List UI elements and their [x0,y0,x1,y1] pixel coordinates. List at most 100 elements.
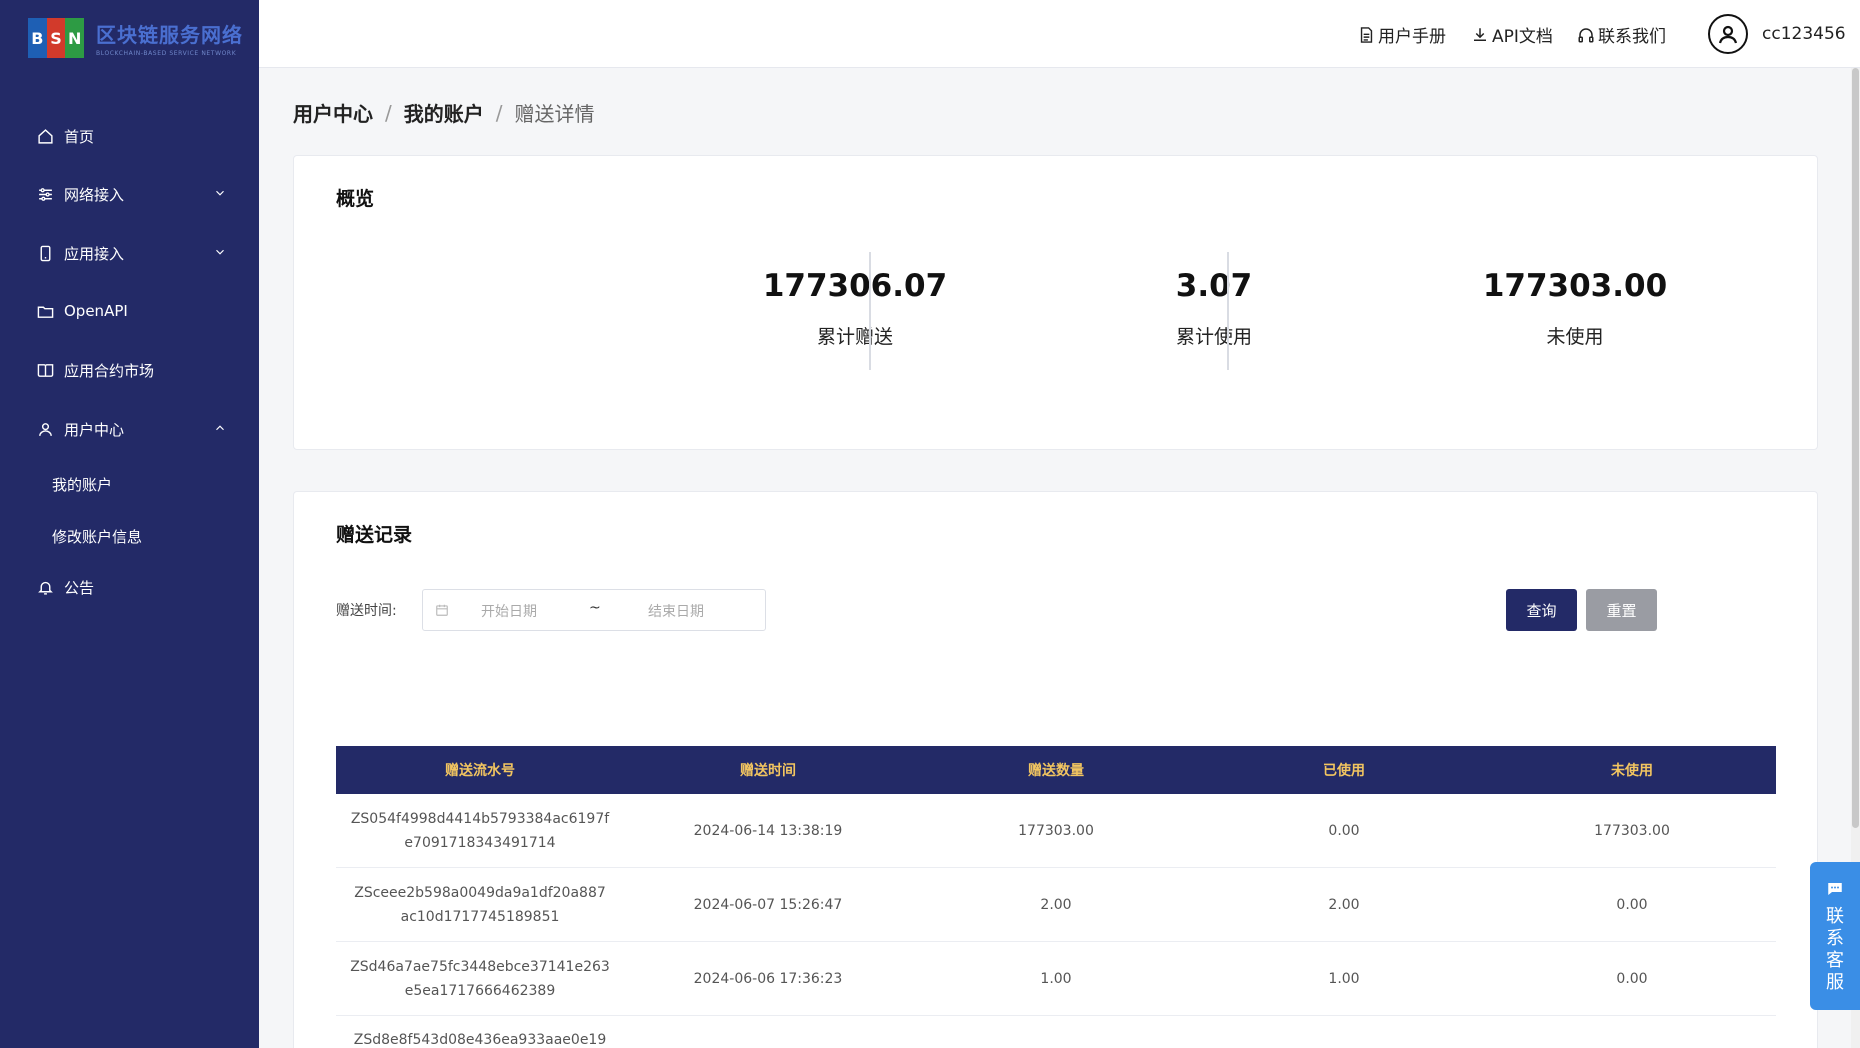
sidebar-subitem-edit-account[interactable]: 修改账户信息 [52,526,142,547]
top-header: 用户手册 API文档 联系我们 cc123456 [259,0,1860,68]
sidebar-item-app-access[interactable]: 应用接入 [0,233,259,273]
contact-us-label: 联系我们 [1598,27,1666,47]
logo-cn: 区块链服务网络 [96,23,243,47]
logo-letter-b: B [28,18,47,58]
contact-service-button[interactable]: 联系客服 [1810,862,1860,1010]
sidebar-item-announcement[interactable]: 公告 [0,567,259,607]
cell-used: 1.00 [1328,970,1360,987]
cell-time: 2024-06-06 17:36:23 [693,970,843,987]
bell-icon [36,578,54,596]
sidebar-item-label: 网络接入 [64,185,125,204]
cell-serial: ZSd8e8f543d08e436ea933aae0e197d [353,1032,607,1048]
sidebar-item-label: 应用合约市场 [64,361,155,380]
cell-amount: 177303.00 [1018,822,1094,839]
stat-total-gifted: 177306.07 累计赠送 [695,268,1015,349]
chat-icon [1828,883,1842,895]
cell-amount: 1.00 [1040,970,1072,987]
calendar-icon [436,604,448,616]
breadcrumb-separator: / [385,100,392,125]
table-row: ZSd8e8f543d08e436ea933aae0e197d [336,1016,1776,1048]
logo-text: 区块链服务网络 BLOCKCHAIN-BASED SERVICE NETWORK [96,19,243,57]
end-date-input[interactable]: 结束日期 [648,601,704,621]
sidebar-item-label: 公告 [64,578,95,597]
cell-unused: 0.00 [1616,896,1648,913]
breadcrumb: 用户中心 / 我的账户 / 赠送详情 [293,98,595,127]
column-header-amount: 赠送数量 [1028,763,1084,779]
breadcrumb-separator: / [495,100,503,125]
sidebar-item-label: 首页 [64,127,95,146]
table-row: ZSd46a7ae75fc3448ebce37141e263e5ea171766… [336,942,1776,1016]
username[interactable]: cc123456 [1762,24,1846,44]
stat-divider [869,252,871,370]
overview-title: 概览 [336,188,375,210]
document-icon [1360,26,1373,43]
stat-divider [1227,252,1229,370]
table-header: 赠送流水号 赠送时间 赠送数量 已使用 未使用 [336,746,1776,794]
start-date-input[interactable]: 开始日期 [481,601,537,621]
sidebar: B S N 区块链服务网络 BLOCKCHAIN-BASED SERVICE N… [0,0,259,1048]
user-manual-label: 用户手册 [1378,27,1446,47]
sidebar-item-contract-market[interactable]: 应用合约市场 [0,350,259,390]
logo-letter-s: S [46,18,66,58]
range-separator: ~ [589,600,601,616]
sidebar-item-label: 用户中心 [64,420,125,439]
logo-en: BLOCKCHAIN-BASED SERVICE NETWORK [96,50,237,57]
book-icon [36,361,54,379]
breadcrumb-my-account[interactable]: 我的账户 [404,98,484,127]
stat-label: 未使用 [1546,326,1604,348]
table-row: ZS054f4998d4414b5793384ac6197fe709171834… [336,794,1776,868]
records-title: 赠送记录 [336,524,413,546]
chevron-up-icon [216,425,224,431]
api-doc-link[interactable]: API文档 [1471,22,1553,47]
user-avatar-icon [1718,25,1738,44]
contact-us-link[interactable]: 联系我们 [1577,22,1666,47]
reset-button[interactable]: 重置 [1586,589,1657,631]
sidebar-item-openapi[interactable]: OpenAPI [0,291,259,331]
sidebar-item-label: OpenAPI [64,302,128,320]
sidebar-item-label: 应用接入 [64,244,125,263]
user-icon [36,420,54,438]
cell-unused: 177303.00 [1594,822,1670,839]
breadcrumb-current: 赠送详情 [514,102,595,126]
query-button[interactable]: 查询 [1506,589,1577,631]
contact-service-label: 联系客服 [1826,906,1844,993]
stat-label: 累计赠送 [816,326,893,348]
api-doc-label: API文档 [1492,27,1553,47]
sidebar-item-user-center[interactable]: 用户中心 [0,409,259,449]
cell-used: 2.00 [1328,896,1360,913]
column-header-serial: 赠送流水号 [445,763,515,779]
table-row: ZSceee2b598a0049da9a1df20a887ac10d171774… [336,868,1776,942]
cell-serial: ZS054f4998d4414b5793384ac6197fe709171834… [350,810,610,851]
stat-unused: 177303.00 未使用 [1415,268,1735,349]
sidebar-subitem-my-account[interactable]: 我的账户 [52,474,112,495]
sliders-icon [36,185,54,203]
date-range-picker[interactable]: 开始日期 ~ 结束日期 [422,589,766,631]
stat-total-used: 3.07 累计使用 [1054,268,1374,349]
breadcrumb-user-center[interactable]: 用户中心 [293,98,373,127]
folder-icon [36,302,54,320]
cell-time: 2024-06-14 13:38:19 [693,822,843,839]
sidebar-item-network-access[interactable]: 网络接入 [0,174,259,214]
stat-value: 3.07 [1175,268,1253,304]
download-icon [1474,27,1486,41]
stat-label: 累计使用 [1175,326,1252,348]
bsn-logo[interactable]: B S N 区块链服务网络 BLOCKCHAIN-BASED SERVICE N… [28,18,243,58]
stat-value: 177303.00 [1482,268,1668,304]
scrollbar-thumb[interactable] [1852,68,1859,828]
gift-records-table: 赠送流水号 赠送时间 赠送数量 已使用 未使用 ZS054f4998d4414b… [336,746,1776,1048]
avatar[interactable] [1708,14,1748,54]
chevron-down-icon [216,249,224,255]
overview-card: 概览 177306.07 累计赠送 3.07 累计使用 177303.00 未使… [293,155,1818,450]
chevron-down-icon [216,190,224,196]
user-manual-link[interactable]: 用户手册 [1358,22,1446,47]
sidebar-item-home[interactable]: 首页 [0,116,259,156]
logo-blocks: B S N [28,18,85,58]
logo-letter-n: N [65,18,85,58]
cell-unused: 0.00 [1616,970,1648,987]
column-header-time: 赠送时间 [740,763,796,779]
cell-serial: ZSceee2b598a0049da9a1df20a887ac10d171774… [354,884,606,925]
cell-amount: 2.00 [1040,896,1072,913]
cell-serial: ZSd46a7ae75fc3448ebce37141e263e5ea171766… [350,958,610,999]
gift-time-label: 赠送时间: [336,603,397,619]
cell-time: 2024-06-07 15:26:47 [693,896,843,913]
